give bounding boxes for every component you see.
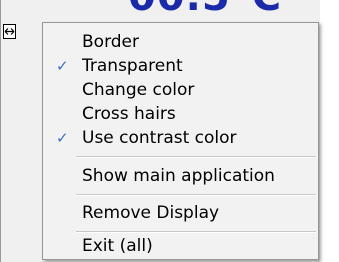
resize-handle-icon[interactable] <box>3 24 16 39</box>
menu-item-label: Exit (all) <box>82 236 153 256</box>
menu-separator <box>76 156 316 158</box>
checkmark-icon: ✓ <box>56 129 69 147</box>
menu-item-exit-all[interactable]: Exit (all) <box>43 233 318 259</box>
menu-item-label: Transparent <box>82 56 183 76</box>
menu-item-label: Cross hairs <box>82 104 176 124</box>
menu-item-label: Use contrast color <box>82 128 237 148</box>
menu-item-label: Change color <box>82 80 195 100</box>
checkmark-icon: ✓ <box>56 57 69 75</box>
menu-item-remove-display[interactable]: Remove Display <box>43 200 318 226</box>
menu-item-transparent[interactable]: ✓ Transparent <box>43 53 318 79</box>
menu-item-label: Remove Display <box>82 203 220 223</box>
temperature-readout: 00.5°C <box>128 0 282 20</box>
menu-item-cross-hairs[interactable]: Cross hairs <box>43 101 318 127</box>
menu-item-use-contrast-color[interactable]: ✓ Use contrast color <box>43 125 318 151</box>
menu-item-label: Border <box>82 32 139 52</box>
menu-separator <box>76 194 316 196</box>
menu-item-border[interactable]: Border <box>43 29 318 55</box>
menu-item-show-main-application[interactable]: Show main application <box>43 163 318 189</box>
context-menu: Border ✓ Transparent Change color Cross … <box>42 22 319 260</box>
menu-item-change-color[interactable]: Change color <box>43 77 318 103</box>
menu-item-label: Show main application <box>82 166 275 186</box>
screen: 00.5°C Border ✓ Transparent Change color… <box>0 0 339 262</box>
